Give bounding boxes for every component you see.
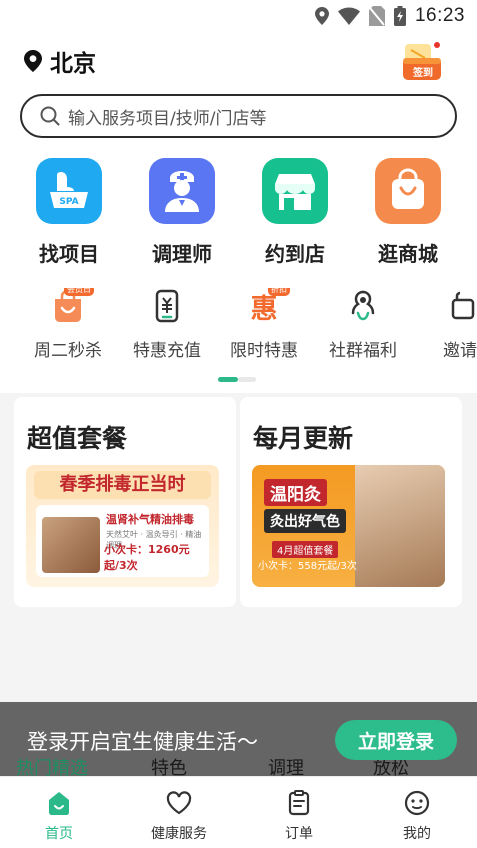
- poster-price: 小次卡：558元起/3次: [258, 561, 357, 572]
- nurse-icon: [149, 158, 215, 224]
- category-mall[interactable]: 逛商城: [358, 158, 458, 267]
- nav-home[interactable]: 首页: [9, 789, 109, 843]
- status-bar: 16:23: [0, 0, 477, 34]
- category-label: 逛商城: [378, 242, 438, 266]
- spa-basin-icon: SPA: [36, 158, 102, 224]
- category-label: 约到店: [265, 242, 325, 266]
- status-time: 16:23: [414, 5, 465, 26]
- category-find-project[interactable]: SPA 找项目: [19, 158, 119, 267]
- phone-recharge-icon: [147, 288, 187, 324]
- poster-background: 温阳灸 灸出好气色 4月超值套餐 小次卡：558元起/3次: [252, 465, 445, 587]
- card-title: 每月更新: [253, 424, 354, 453]
- tab-special[interactable]: 特色: [151, 754, 187, 778]
- nav-orders[interactable]: 订单: [249, 789, 349, 843]
- sub-entry-pager: [218, 377, 256, 382]
- battery-charging-icon: [393, 6, 406, 26]
- smiley-user-icon: [367, 789, 467, 817]
- login-banner: 热门精选 特色 调理 放松 登录开启宜生健康生活～ 立即登录: [0, 702, 477, 778]
- category-therapist[interactable]: 调理师: [132, 158, 232, 267]
- tab-conditioning[interactable]: 调理: [268, 754, 304, 778]
- discount-icon: 惠 折扣: [244, 288, 290, 325]
- sub-entry-limited-offer[interactable]: 惠 折扣 限时特惠: [214, 288, 314, 361]
- monthly-update-poster[interactable]: 温阳灸 灸出好气色 4月超值套餐 小次卡：558元起/3次: [252, 465, 445, 587]
- location-pin-icon: [24, 50, 42, 72]
- member-day-icon: 会员日: [48, 288, 94, 324]
- city-name: 北京: [50, 51, 96, 77]
- moxibustion-photo: [355, 465, 445, 587]
- sub-entry-row: 会员日 周二秒杀 特惠充值 惠 折扣 限时特惠 社群福利 邀请: [0, 288, 477, 362]
- poster-headline: 春季排毒正当时: [34, 471, 211, 499]
- wifi-icon: [337, 7, 360, 25]
- invite-icon: [440, 288, 477, 324]
- sub-entry-label: 邀请: [443, 341, 477, 361]
- home-icon: [9, 789, 109, 817]
- login-button[interactable]: 立即登录: [335, 720, 457, 760]
- value-package-card[interactable]: 超值套餐 春季排毒正当时 温肾补气精油排毒 天然艾叶 · 温灸导引 · 精油调理…: [14, 397, 236, 607]
- nav-label: 首页: [45, 826, 73, 842]
- category-store[interactable]: 约到店: [245, 158, 345, 267]
- top-area: 16:23 北京 签到 输入服务项目/技师/门店等 SPA 找项目 调理师 约到…: [0, 0, 477, 393]
- heart-icon: [129, 789, 229, 817]
- sub-entry-community[interactable]: 社群福利: [313, 288, 413, 361]
- member-day-badge: 会员日: [64, 288, 94, 296]
- nav-label: 订单: [285, 826, 313, 842]
- search-icon: [40, 106, 60, 126]
- poster-subtitle: 灸出好气色: [264, 509, 346, 533]
- sub-entry-invite[interactable]: 邀请: [410, 288, 477, 361]
- sub-entry-label: 社群福利: [329, 341, 397, 361]
- signin-button[interactable]: 签到: [401, 40, 445, 82]
- sub-entry-label: 特惠充值: [133, 341, 201, 361]
- monthly-update-card[interactable]: 每月更新 温阳灸 灸出好气色 4月超值套餐 小次卡：558元起/3次: [240, 397, 462, 607]
- massage-photo: [42, 517, 100, 573]
- spa-tile-text: SPA: [59, 197, 78, 207]
- community-icon: [343, 288, 383, 324]
- poster-subtitle: 温肾补气精油排毒: [106, 513, 194, 526]
- bottom-nav: 首页 健康服务 订单 我的: [0, 776, 477, 848]
- nav-label: 健康服务: [151, 826, 207, 842]
- value-package-poster[interactable]: 春季排毒正当时 温肾补气精油排毒 天然艾叶 · 温灸导引 · 精油调理 小次卡：…: [26, 465, 219, 587]
- tab-hot-picks[interactable]: 热门精选: [16, 754, 88, 778]
- category-label: 找项目: [39, 242, 99, 266]
- pager-active-dot: [218, 377, 238, 382]
- poster-background: 春季排毒正当时 温肾补气精油排毒 天然艾叶 · 温灸导引 · 精油调理 小次卡：…: [26, 465, 219, 587]
- nav-mine[interactable]: 我的: [367, 789, 467, 843]
- nav-health-service[interactable]: 健康服务: [129, 789, 229, 843]
- location-selector[interactable]: 北京: [24, 44, 96, 78]
- sub-entry-recharge[interactable]: 特惠充值: [117, 288, 217, 361]
- status-icons: 16:23: [314, 5, 465, 27]
- poster-body: 温肾补气精油排毒 天然艾叶 · 温灸导引 · 精油调理 小次卡：1260元起/3…: [36, 505, 209, 577]
- sub-entry-label: 周二秒杀: [34, 341, 102, 361]
- card-title: 超值套餐: [27, 424, 128, 453]
- login-prompt-text: 登录开启宜生健康生活～: [27, 730, 258, 754]
- poster-headline: 温阳灸: [264, 479, 327, 506]
- clipboard-icon: [249, 789, 349, 817]
- poster-badge: 4月超值套餐: [272, 541, 339, 558]
- search-placeholder: 输入服务项目/技师/门店等: [68, 108, 267, 129]
- no-sim-icon: [368, 6, 385, 26]
- location-status-icon: [314, 7, 329, 25]
- sub-entry-label: 限时特惠: [230, 341, 298, 361]
- pager-inactive-dot: [238, 377, 256, 382]
- nav-label: 我的: [403, 826, 431, 842]
- search-bar[interactable]: 输入服务项目/技师/门店等: [20, 94, 457, 138]
- signin-label: 签到: [413, 68, 433, 79]
- discount-badge: 折扣: [268, 288, 290, 296]
- category-label: 调理师: [152, 242, 212, 266]
- shopping-bag-icon: [375, 158, 441, 224]
- storefront-icon: [262, 158, 328, 224]
- poster-price: 小次卡：1260元起/3次: [104, 543, 190, 572]
- sub-entry-flash-sale[interactable]: 会员日 周二秒杀: [18, 288, 118, 361]
